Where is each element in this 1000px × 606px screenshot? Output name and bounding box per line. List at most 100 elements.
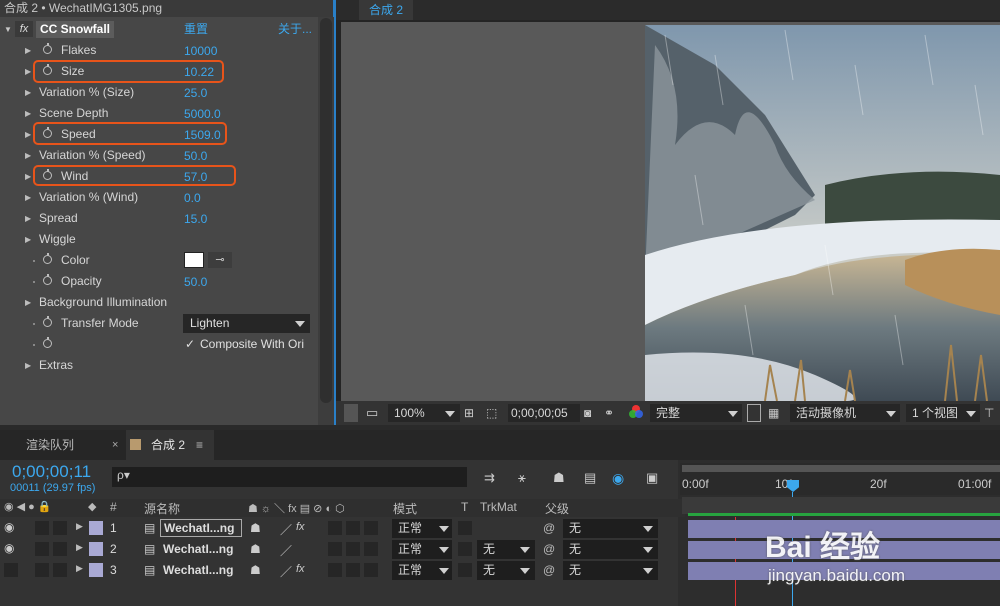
layer-label-color[interactable] <box>89 563 103 577</box>
reset-exposure-icon[interactable]: ⊤ <box>984 404 998 422</box>
shy-switch-icon[interactable]: ☗ <box>250 563 261 577</box>
solo-toggle[interactable] <box>35 563 49 577</box>
close-icon[interactable]: × <box>112 430 118 460</box>
expand-triangle-icon[interactable]: ▶ <box>25 208 31 229</box>
lock-toggle[interactable] <box>53 563 67 577</box>
expand-triangle-icon[interactable]: ▶ <box>25 187 31 208</box>
pickwhip-icon[interactable]: @ <box>543 521 555 535</box>
lock-toggle[interactable] <box>53 521 67 535</box>
preserve-transparency-toggle[interactable] <box>458 563 472 577</box>
monitor-icon[interactable]: ▭ <box>366 404 382 422</box>
fx-switch-icon[interactable]: fx <box>296 563 305 575</box>
eyedropper-icon[interactable]: ⊸ <box>208 252 232 268</box>
layer-name[interactable]: WechatI...ng <box>163 563 233 577</box>
param-value[interactable]: 0.0 <box>184 188 201 209</box>
stopwatch-icon[interactable] <box>43 274 52 285</box>
solo-toggle[interactable] <box>35 521 49 535</box>
tab-render-queue[interactable]: 渲染队列 <box>26 430 74 460</box>
preserve-transparency-toggle[interactable] <box>458 542 472 556</box>
stopwatch-icon[interactable] <box>43 253 52 264</box>
effects-scrollbar-thumb[interactable] <box>320 18 332 403</box>
region-of-interest-icon[interactable] <box>747 404 761 422</box>
effect-title-row[interactable]: ▼ fx CC Snowfall 重置 关于... <box>0 19 318 40</box>
work-area-bar[interactable] <box>682 465 1000 472</box>
about-link[interactable]: 关于... <box>278 19 312 40</box>
expand-triangle-icon[interactable]: ▶ <box>25 103 31 124</box>
transfer-mode-dropdown[interactable]: Lighten <box>183 314 310 333</box>
layer-name[interactable]: WechatI...ng <box>163 542 233 556</box>
stopwatch-icon[interactable] <box>43 43 52 54</box>
adjustment-toggle[interactable] <box>346 563 360 577</box>
comp-mini-flowchart-icon[interactable]: ⇉ <box>484 470 495 486</box>
expand-triangle-icon[interactable]: ▶ <box>25 292 31 313</box>
layer-search-input[interactable]: ρ▾ <box>112 467 467 487</box>
eye-icon[interactable]: ◉ <box>4 520 14 534</box>
expand-triangle-icon[interactable]: ▶ <box>25 61 31 82</box>
camera-dropdown[interactable]: 活动摄像机 <box>790 404 900 422</box>
quality-switch-icon[interactable]: ／ <box>280 542 292 559</box>
stopwatch-icon[interactable] <box>43 337 52 348</box>
color-swatch[interactable] <box>184 252 204 268</box>
visibility-toggle[interactable] <box>4 563 18 577</box>
layer-label-color[interactable] <box>89 521 103 535</box>
fx-switch-icon[interactable]: fx <box>296 521 305 533</box>
expand-triangle-icon[interactable]: ▶ <box>25 82 31 103</box>
checkbox-checked-icon[interactable]: ✓ <box>185 334 195 355</box>
mask-visibility-icon[interactable]: ⬚ <box>486 404 502 422</box>
expand-triangle-icon[interactable]: ▶ <box>25 229 31 250</box>
expand-triangle-icon[interactable]: ▶ <box>25 166 31 187</box>
shy-layers-icon[interactable]: ☗ <box>553 470 565 486</box>
param-value[interactable]: 10000 <box>184 41 217 62</box>
motion-blur-icon[interactable]: ◉ <box>612 470 624 487</box>
motion-blur-toggle[interactable] <box>328 542 342 556</box>
pickwhip-icon[interactable]: @ <box>543 542 555 556</box>
expand-triangle-icon[interactable]: ▶ <box>76 542 83 553</box>
reset-link[interactable]: 重置 <box>184 19 208 40</box>
layer-name[interactable]: WechatI...ng <box>160 519 242 537</box>
motion-blur-toggle[interactable] <box>328 521 342 535</box>
transparency-grid-icon[interactable]: ▦ <box>768 404 784 422</box>
adjustment-toggle[interactable] <box>346 521 360 535</box>
expand-triangle-icon[interactable]: ▶ <box>25 355 31 376</box>
layer-row-2[interactable]: ◉ ▶ 2 ▤ WechatI...ng ☗ ／ 正常 无 @ 无 <box>0 539 660 560</box>
param-value[interactable]: 25.0 <box>184 83 207 104</box>
graph-editor-icon[interactable]: ▣ <box>646 470 658 486</box>
expand-triangle-icon[interactable]: ▶ <box>25 124 31 145</box>
param-value[interactable]: 50.0 <box>184 146 207 167</box>
draft-3d-icon[interactable]: ⚹ <box>518 470 526 486</box>
expand-triangle-icon[interactable]: ▶ <box>25 40 31 61</box>
always-preview-icon[interactable] <box>344 404 358 422</box>
3d-toggle[interactable] <box>364 521 378 535</box>
grid-icon[interactable]: ⊞ <box>464 404 480 422</box>
frame-blending-icon[interactable]: ▤ <box>584 470 596 486</box>
tab-comp-label[interactable]: 合成 2 <box>151 430 185 460</box>
layer-row-3[interactable]: ▶ 3 ▤ WechatI...ng ☗ ／ fx 正常 无 @ 无 <box>0 560 660 581</box>
quality-switch-icon[interactable]: ／ <box>280 563 292 580</box>
solo-toggle[interactable] <box>35 542 49 556</box>
fx-icon[interactable]: fx <box>15 21 33 37</box>
composite-checkbox-label[interactable]: Composite With Ori <box>200 334 304 355</box>
shy-switch-icon[interactable]: ☗ <box>250 542 261 556</box>
current-time-field[interactable]: 0;00;00;05 <box>508 404 580 422</box>
color-channels-icon[interactable] <box>628 404 644 422</box>
camera-snapshot-icon[interactable]: ◙ <box>584 404 600 422</box>
param-value[interactable]: 50.0 <box>184 272 207 293</box>
expand-triangle-icon[interactable]: ▶ <box>25 145 31 166</box>
param-value[interactable]: 15.0 <box>184 209 207 230</box>
motion-blur-toggle[interactable] <box>328 563 342 577</box>
pickwhip-icon[interactable]: @ <box>543 563 555 577</box>
shy-switch-icon[interactable]: ☗ <box>250 521 261 535</box>
stopwatch-icon[interactable] <box>43 316 52 327</box>
layer-row-1[interactable]: ◉ ▶ 1 ▤ WechatI...ng ☗ ／ fx 正常 @ 无 <box>0 518 660 539</box>
expand-triangle-icon[interactable]: ▶ <box>76 563 83 574</box>
collapse-triangle-icon[interactable]: ▼ <box>4 19 12 40</box>
current-timecode[interactable]: 0;00;00;11 <box>12 462 91 482</box>
adjustment-toggle[interactable] <box>346 542 360 556</box>
3d-toggle[interactable] <box>364 542 378 556</box>
effect-name[interactable]: CC Snowfall <box>36 21 115 38</box>
preserve-transparency-toggle[interactable] <box>458 521 472 535</box>
eye-icon[interactable]: ◉ <box>4 541 14 555</box>
layer-label-color[interactable] <box>89 542 103 556</box>
quality-switch-icon[interactable]: ／ <box>280 521 292 538</box>
expand-triangle-icon[interactable]: ▶ <box>76 521 83 532</box>
